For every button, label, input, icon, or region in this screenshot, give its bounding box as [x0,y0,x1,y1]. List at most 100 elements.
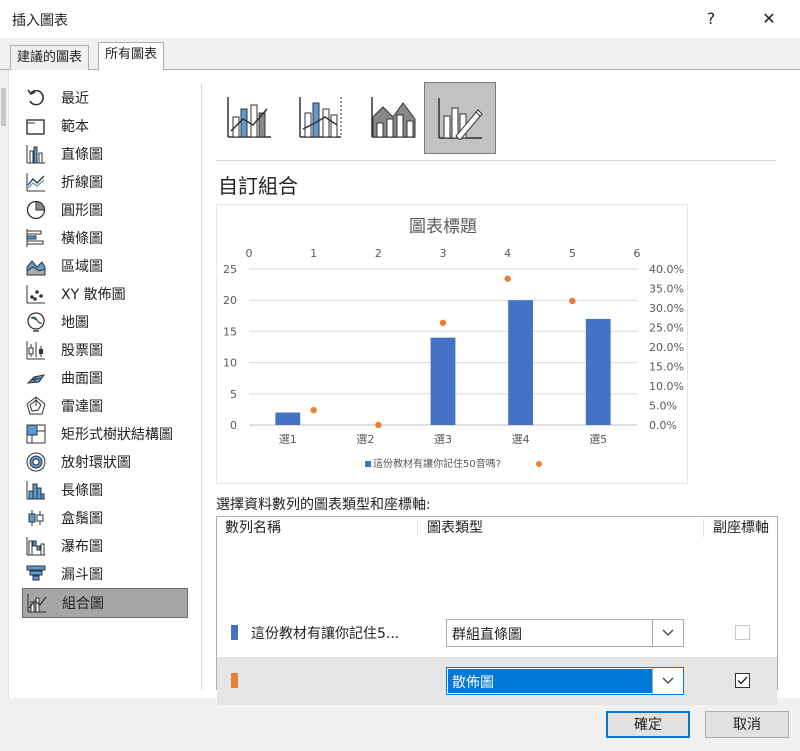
sidebar-item-label: 組合圖 [62,596,104,612]
y-tick-label: 10 [223,357,237,370]
sidebar-item-label: 漏斗圖 [61,567,103,583]
ok-button[interactable]: 確定 [606,711,690,738]
sunburst-chart-icon [25,451,47,473]
y2-tick-label: 10.0% [649,380,684,393]
sidebar-item-label: 區域圖 [61,259,103,275]
y-tick-label: 5 [230,388,237,401]
sidebar-item-waterfall-chart[interactable]: 瀑布圖 [22,532,190,560]
chart-type-list: 最近範本直條圖折線圖圓形圖 橫條圖區域圖 XY 散佈圖地圖股票圖曲面圖雷達圖矩形式樹… [22,84,190,618]
x2-tick-label: 0 [246,247,253,260]
bar [275,412,301,425]
checkmark-icon [737,676,748,685]
sidebar-item-surface-chart[interactable]: 曲面圖 [22,364,190,392]
scatter-point [439,319,447,327]
chart-type-dropdown[interactable]: 群組直條圖 [446,619,684,647]
stacked-area-column-icon [371,97,416,138]
title-bar: 插入圖表 ? ✕ [0,0,800,38]
sidebar-item-label: 股票圖 [61,343,103,359]
sidebar-item-label: 放射環狀圖 [61,455,131,471]
x2-tick-label: 3 [440,247,447,260]
chevron-down-icon[interactable] [652,620,683,646]
legend-label: 這份教材有讓你記住50音嗎? [373,457,501,470]
sidebar-item-map-chart[interactable]: 地圖 [22,308,190,336]
sidebar-item-template[interactable]: 範本 [22,112,190,140]
sidebar-item-label: 長條圖 [61,483,103,499]
sidebar-item-bar-chart[interactable]: 橫條圖 [22,224,190,252]
x-tick-label: 選3 [434,433,452,446]
close-button[interactable]: ✕ [752,4,786,34]
sidebar-item-stock-chart[interactable]: 股票圖 [22,336,190,364]
sidebar-item-label: 盒鬚圖 [61,511,103,527]
sidebar-item-label: 雷達圖 [61,399,103,415]
secondary-axis-checkbox[interactable] [735,673,750,688]
y2-tick-label: 20.0% [649,341,684,354]
bar [585,318,611,425]
legend-swatch [536,461,542,467]
surface-chart-icon [25,367,47,389]
sidebar-item-treemap-chart[interactable]: 矩形式樹狀結構圖 [22,420,190,448]
scatter-point [504,275,511,282]
sidebar-item-column-chart[interactable]: 直條圖 [22,140,190,168]
y-tick-label: 0 [230,419,237,432]
chart-title: 圖表標題 [409,217,477,237]
sidebar-item-pie-chart[interactable]: 圓形圖 [22,196,190,224]
chart-type-dropdown[interactable]: 散佈圖 [446,667,684,695]
sidebar-item-funnel-chart[interactable]: 漏斗圖 [22,560,190,588]
x2-tick-label: 2 [375,247,382,260]
x-tick-label: 選5 [589,433,607,446]
bar [430,337,456,425]
series-row[interactable]: 散佈圖 [217,657,777,705]
map-chart-icon [25,311,47,333]
secondary-axis-checkbox[interactable] [735,625,750,640]
help-button[interactable]: ? [694,4,728,34]
sidebar-item-area-chart[interactable]: 區域圖 [22,252,190,280]
scatter-point [310,406,317,414]
area-chart-icon [25,255,47,277]
stacked-area-column-subtype[interactable] [358,82,428,152]
sidebar-item-scatter-chart[interactable]: XY 散佈圖 [22,280,190,308]
column-line-secondary-subtype[interactable] [286,82,356,152]
tab-all-charts[interactable]: 所有圖表 [98,42,165,71]
sidebar-item-label: 瀑布圖 [61,539,103,555]
y-tick-label: 25 [223,263,237,276]
sidebar-item-box-whisker-chart[interactable]: 盒鬚圖 [22,504,190,532]
x2-tick-label: 4 [504,247,511,260]
tab-recommended[interactable]: 建議的圖表 [10,45,90,70]
clustered-column-line-icon [227,97,271,138]
treemap-chart-icon [25,423,47,445]
histogram-chart-icon [25,479,47,501]
section-title: 自訂組合 [218,174,298,198]
line-chart-icon [25,171,47,193]
header-series-name: 數列名稱 [225,520,281,536]
sidebar-item-combo-chart[interactable]: 組合圖 [22,588,188,618]
series-color-swatch [231,625,238,640]
y2-tick-label: 30.0% [649,302,684,315]
header-secondary-axis: 副座標軸 [713,520,769,536]
recent-icon [25,87,47,109]
legend-swatch [365,461,371,467]
clustered-column-line-subtype[interactable] [214,82,284,152]
custom-combo-subtype[interactable] [424,82,496,154]
sidebar-item-label: 折線圖 [61,175,103,191]
y-tick-label: 15 [223,325,237,338]
column-chart-icon [25,143,47,165]
series-color-swatch [231,673,238,688]
y2-tick-label: 15.0% [649,361,684,374]
cancel-button[interactable]: 取消 [705,711,789,738]
scrollbar[interactable] [0,70,9,698]
sidebar-item-histogram-chart[interactable]: 長條圖 [22,476,190,504]
chevron-down-icon[interactable] [652,668,683,694]
sidebar-item-label: 範本 [61,119,89,135]
sidebar-item-recent[interactable]: 最近 [22,84,190,112]
sidebar-item-label: 地圖 [61,315,89,331]
x-tick-label: 選4 [512,433,530,446]
series-row[interactable]: 這份教材有讓你記住5... 群組直條圖 [217,609,777,657]
series-table: 數列名稱 圖表類型 副座標軸 這份教材有讓你記住5... 群組直條圖 散佈圖 [216,516,778,705]
tab-bar: 建議的圖表 所有圖表 [0,38,800,71]
sidebar-item-radar-chart[interactable]: 雷達圖 [22,392,190,420]
sidebar-item-line-chart[interactable]: 折線圖 [22,168,190,196]
y2-tick-label: 40.0% [649,263,684,276]
sidebar-item-sunburst-chart[interactable]: 放射環狀圖 [22,448,190,476]
x2-tick-label: 1 [310,247,317,260]
y2-tick-label: 0.0% [649,419,677,432]
